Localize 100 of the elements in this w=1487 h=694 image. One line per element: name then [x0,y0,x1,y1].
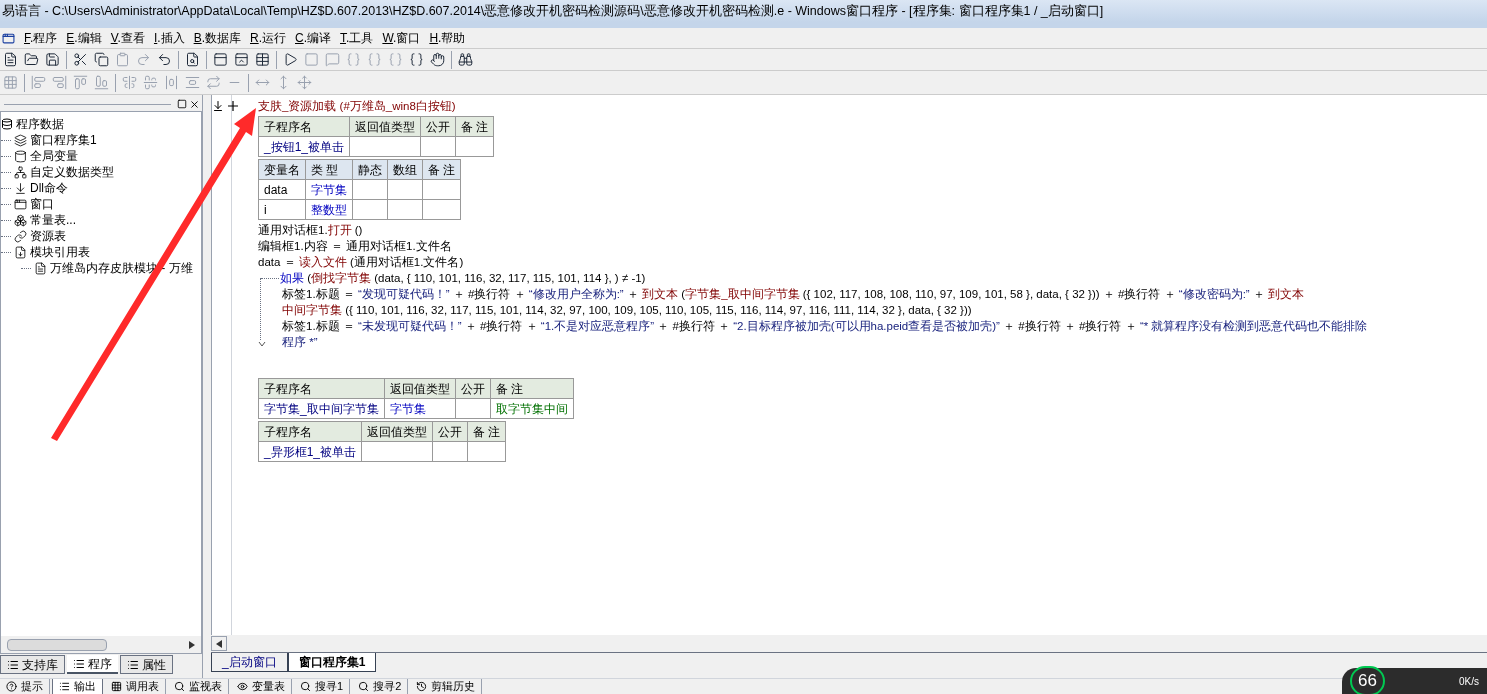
column-header: 备 注 [490,378,574,399]
menu-item[interactable]: E.编辑 [66,29,102,47]
size-icon[interactable] [297,75,312,90]
menu-item[interactable]: F.程序 [24,29,58,47]
arrow-down-icon [258,340,266,348]
scroll-left-button[interactable] [211,636,227,651]
column-header: 备 注 [455,116,494,137]
table-cell: i [258,199,306,220]
layout-icon[interactable] [234,52,249,67]
tree-node-icon [14,229,27,243]
output-tab[interactable]: 搜寻2 [352,679,409,694]
output-tab[interactable]: 调用表 [105,679,166,694]
tree-item[interactable]: 窗口 [30,195,54,213]
center-vertical-icon[interactable] [122,75,137,90]
align-right-icon[interactable] [52,75,67,90]
editor-tab[interactable]: 窗口程序集1 [287,653,377,672]
open-folder-icon[interactable] [24,52,39,67]
column-header: 变量名 [258,159,306,180]
panel-tab[interactable]: 属性 [120,655,173,674]
copy-icon[interactable] [94,52,109,67]
table-cell: data [258,179,306,200]
tree-item[interactable]: 常量表... [30,211,76,229]
space-horizontal-icon[interactable] [164,75,179,90]
maximize-icon[interactable] [177,99,187,109]
column-header: 返回值类型 [349,116,421,137]
column-header: 备 注 [422,159,461,180]
menu-item[interactable]: I.插入 [153,29,185,47]
tab-icon [358,681,370,692]
menu-item[interactable]: W.窗口 [382,29,421,47]
expand-icon[interactable] [228,101,238,111]
column-header: 公开 [455,378,491,399]
meter-value: 66 [1350,666,1385,694]
output-tab[interactable]: 监视表 [168,679,229,694]
tree-node-icon [14,181,27,195]
panel-tab[interactable]: 程序 [67,655,118,674]
layout-icon[interactable] [213,52,228,67]
horizontal-scrollbar[interactable] [1,636,201,653]
code-line: 中间字节集 ({ 110, 101, 116, 32, 117, 115, 101, 114, 32, 97, 100, 109, 105, 110, 105, 115, 116, 114, 97, 116, 111, 114, 32 }, data, { 32 })) [282,303,973,318]
tab-icon [237,681,248,692]
panel-tab[interactable]: 支持库 [0,655,65,674]
code-line: 如果 (倒找字节集 (data, { 110, 101, 116, 32, 117, 115, 101, 114 }, ) ≠ -1) [280,271,647,286]
align-left-icon[interactable] [31,75,46,90]
output-tab[interactable]: 搜寻1 [294,679,351,694]
menu-item[interactable]: V.查看 [110,29,145,47]
tree-item[interactable]: Dll命令 [30,179,68,197]
code-line: data ＝ 读入文件 (通用对话框1.文件名) [258,255,465,270]
space-vertical-icon[interactable] [185,75,200,90]
hand-icon[interactable] [430,52,445,67]
tree-item[interactable]: 窗口程序集1 [30,131,97,149]
tree-item[interactable]: 自定义数据类型 [30,163,114,181]
tab-icon [111,681,122,692]
brace-icon[interactable] [409,52,424,67]
column-header: 静态 [352,159,388,180]
tree-item[interactable]: 全局变量 [30,147,78,165]
binoculars-icon[interactable] [458,52,473,67]
output-tab[interactable]: 输出 [52,679,103,694]
tree-node-icon [14,165,27,179]
menu-item[interactable]: H.帮助 [429,29,466,47]
tree-item[interactable]: 资源表 [30,227,66,245]
tree-item[interactable]: 程序数据 [16,115,64,133]
search-icon[interactable] [185,52,200,67]
column-header: 返回值类型 [384,378,456,399]
code-line: 支肤_资源加载 (#万维岛_win8白按钮) [258,99,456,114]
center-horizontal-icon[interactable] [143,75,158,90]
new-file-icon[interactable] [3,52,18,67]
redo-icon[interactable] [136,52,151,67]
editor-tab[interactable]: _启动窗口 [211,653,288,672]
column-header: 子程序名 [258,116,350,137]
stop-icon[interactable] [304,52,319,67]
cut-icon[interactable] [73,52,88,67]
tab-icon [6,681,17,692]
grid-icon[interactable] [3,75,18,90]
column-header: 备 注 [467,421,506,442]
save-icon[interactable] [45,52,60,67]
tab-icon [174,681,185,692]
column-header: 子程序名 [258,378,385,399]
column-header: 公开 [432,421,468,442]
menu-item[interactable]: R.运行 [250,29,286,47]
table-icon[interactable] [255,52,270,67]
play-icon[interactable] [283,52,298,67]
undo-icon[interactable] [157,52,172,67]
align-bottom-icon[interactable] [94,75,109,90]
tab-icon [73,657,85,670]
tree-item[interactable]: 模块引用表 [30,243,90,261]
menu-item[interactable]: B.数据库 [193,29,241,47]
close-icon[interactable] [189,98,200,110]
data-icon [1,118,13,130]
code-line: 程序 *” [282,335,319,350]
scroll-right-icon[interactable] [189,640,195,649]
menu-item[interactable]: T.工具 [340,29,374,47]
code-line: 标签1.标题 ＝ “未发现可疑代码！” ＋ #换行符 ＋ “1.不是对应恶意程序” ＋ #换行符 ＋ “2.目标程序被加壳(可以用ha.peid查看是否被加壳)” ＋ #换行符 ＋ #换行符 ＋ “* 就算程序没有检测到恶意代码也不能排除 [282,319,1368,334]
output-tab[interactable]: 提示 [0,679,50,694]
output-tab[interactable]: 剪辑历史 [410,679,483,694]
align-top-icon[interactable] [73,75,88,90]
tree-node-icon [34,261,47,275]
output-tab[interactable]: 变量表 [231,679,292,694]
menu-item[interactable]: C.编译 [295,29,332,47]
tab-icon [300,681,311,692]
paste-icon[interactable] [115,52,130,67]
tab-icon [59,681,70,692]
